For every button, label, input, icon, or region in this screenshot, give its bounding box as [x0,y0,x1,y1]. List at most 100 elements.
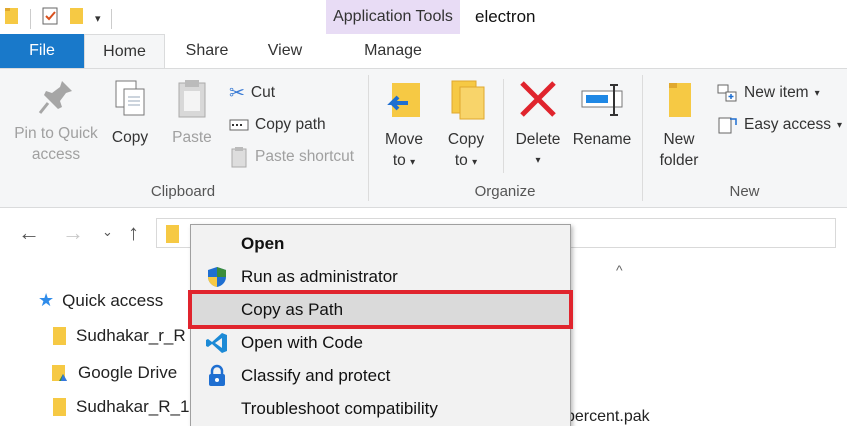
menu-item-open-with-code[interactable]: Open with Code [191,326,570,359]
lock-icon [209,364,225,386]
menu-item-troubleshoot-compatibility[interactable]: Troubleshoot compatibility [191,392,570,425]
rename-icon [581,84,623,116]
new-group-label: New [729,183,760,200]
copy-icon [115,80,145,116]
new-item-icon [717,84,737,102]
easy-access-button[interactable]: Easy access ▾ [716,113,842,137]
tab-home[interactable]: Home [84,34,165,69]
new-item-label: New item [744,84,809,101]
tree-item-folder[interactable]: Sudhakar_r_R [52,326,186,346]
menu-item-classify-and-protect[interactable]: Classify and protect [191,359,570,392]
tree-item-quick-access[interactable]: ★ Quick access [38,290,163,311]
chevron-down-icon: ▾ [814,87,820,99]
back-arrow-icon[interactable]: ← [18,220,40,246]
move-to-button[interactable]: Move to ▾ [377,77,431,173]
menu-item-label: Troubleshoot compatibility [241,398,438,418]
new-folder-button[interactable]: New folder [652,77,706,171]
recent-locations-chevron-icon[interactable]: ⌄ [102,224,113,240]
paste-shortcut-icon [231,147,247,168]
copy-to-icon [451,80,485,120]
paste-shortcut-label: Paste shortcut [255,148,355,165]
ribbon-tabs: File Home Share View Manage [0,34,847,69]
new-folder-qat-icon[interactable] [69,6,85,31]
qat-separator [30,8,31,29]
copy-to-button[interactable]: Copy to ▾ [440,77,492,173]
copy-path-icon [229,119,249,131]
group-separator [503,79,504,173]
ribbon-home: Pin to Quick access Copy Paste ✂ Cut Cop… [0,68,847,208]
move-to-icon [387,83,420,117]
menu-item-open[interactable]: Open [191,227,570,260]
menu-item-run-as-administrator[interactable]: Run as administrator [191,260,570,293]
delete-button[interactable]: Delete ▾ [512,77,564,171]
clipboard-icon [178,80,206,118]
uac-shield-icon [208,267,226,287]
properties-icon[interactable] [41,6,59,31]
new-folder-icon [669,83,691,117]
paste-label: Paste [172,129,212,146]
organize-group-label: Organize [474,183,536,200]
tree-item-label: Google Drive [78,363,178,382]
up-arrow-icon[interactable]: ↑ [128,220,139,246]
pin-to-quick-access-button[interactable]: Pin to Quick access [8,77,104,165]
paste-shortcut-button[interactable]: Paste shortcut [229,145,354,169]
tree-item-google-drive[interactable]: Google Drive [50,363,177,383]
copy-label: Copy [111,129,149,146]
pin-label-line2: access [31,146,81,163]
tree-item-label: Sudhakar_R_1 [76,397,190,416]
window-title: electron [475,7,536,26]
rename-button[interactable]: Rename [572,77,632,150]
pin-label-line1: Pin to Quick [14,125,98,142]
title-bar: ▾ Application Tools electron [0,0,847,34]
copy-to-line2: to [454,152,468,169]
easy-access-label: Easy access [744,116,832,133]
quick-access-label: Quick access [62,290,164,310]
copy-path-label: Copy path [255,116,326,133]
cut-label: Cut [250,84,276,101]
paste-button[interactable]: Paste [166,77,218,148]
rename-label: Rename [572,131,632,148]
pin-icon [38,81,72,114]
copy-button[interactable]: Copy [106,77,154,148]
tab-manage[interactable]: Manage [326,34,460,68]
easy-access-icon [718,117,737,134]
tree-item-label: Sudhakar_r_R [76,326,186,345]
copy-path-button[interactable]: Copy path [229,113,326,137]
menu-item-label: Open with Code [241,332,363,352]
tab-view[interactable]: View [249,34,321,68]
forward-arrow-icon[interactable]: → [62,220,84,246]
file-list-partial-text[interactable]: percent.pak [566,408,650,426]
sort-caret-icon[interactable]: ^ [616,262,623,278]
new-folder-line1: New [663,131,695,148]
menu-item-copy-as-path[interactable]: Copy as Path [188,290,573,329]
folder-icon [166,225,179,243]
tab-share[interactable]: Share [165,34,249,68]
new-item-button[interactable]: New item ▾ [716,81,820,105]
tab-file[interactable]: File [0,34,84,68]
menu-item-label: Classify and protect [241,365,391,385]
folder-icon[interactable] [4,6,20,31]
menu-item-label: Run as administrator [241,266,398,286]
folder-icon [53,327,66,345]
move-to-line2: to [392,152,406,169]
chevron-down-icon: ▾ [472,157,478,168]
cut-button[interactable]: ✂ Cut [229,81,275,105]
clipboard-group-label: Clipboard [150,183,216,200]
customize-qat-icon[interactable]: ▾ [95,12,101,25]
vscode-icon [206,333,227,353]
tree-item-folder[interactable]: Sudhakar_R_1 [52,397,189,417]
quick-access-toolbar: ▾ [4,6,112,31]
move-to-line1: Move [385,131,423,148]
menu-item-label: Open [241,233,285,253]
application-tools-label: Application Tools [326,0,460,34]
chevron-down-icon: ▾ [535,155,541,166]
qat-separator [110,8,112,29]
new-folder-line2: folder [659,152,699,169]
menu-item-label: Copy as Path [241,299,344,319]
chevron-down-icon: ▾ [837,119,843,131]
scissors-icon: ✂ [229,82,245,104]
delete-x-icon [520,81,556,117]
delete-label: Delete [515,131,561,148]
chevron-down-icon: ▾ [410,157,416,168]
google-drive-icon [52,365,67,381]
